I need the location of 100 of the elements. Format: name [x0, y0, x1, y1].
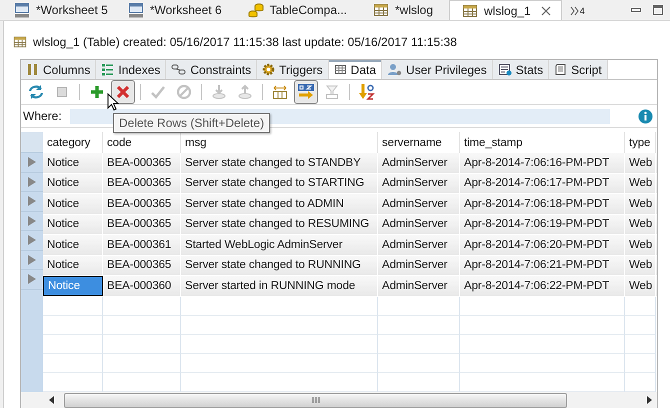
table-cell: Web — [625, 235, 656, 254]
maximize-icon[interactable] — [652, 4, 664, 16]
scroll-left-icon[interactable] — [48, 396, 56, 404]
table-cell: Notice — [43, 276, 103, 296]
row-marker-icon[interactable] — [27, 254, 37, 266]
close-icon[interactable] — [540, 6, 551, 16]
scroll-right-icon[interactable] — [645, 396, 653, 404]
tab-label: *Worksheet 6 — [150, 3, 222, 17]
editor-tab[interactable]: *wlslog — [359, 0, 446, 20]
sql-file-icon — [14, 2, 30, 18]
editor-subtab[interactable]: Columns — [21, 60, 96, 79]
sort-down-icon — [359, 83, 375, 101]
table-cell: AdminServer — [378, 235, 460, 254]
table-cell: Notice — [43, 256, 103, 275]
grip-icon — [312, 397, 320, 403]
table-cell: Web — [625, 153, 656, 172]
table-cell: Server state changed to RESUMING — [181, 214, 378, 234]
where-label: Where: — [23, 109, 62, 123]
delete-icon — [115, 84, 131, 100]
toolbar-button[interactable] — [111, 80, 135, 104]
row-marker-icon[interactable] — [27, 214, 37, 227]
stats-icon — [498, 63, 512, 76]
more-tabs-button[interactable]: 4 — [562, 0, 593, 20]
editor-tab[interactable]: *Worksheet 5 — [0, 0, 120, 20]
table-cell: Apr-8-2014-7:06:19-PM-PDT — [460, 214, 625, 234]
checkmark-icon — [150, 84, 166, 100]
table-cell: Apr-8-2014-7:06:18-PM-PDT — [460, 194, 625, 214]
table-cell: Notice — [43, 235, 103, 254]
export-icon — [237, 84, 253, 100]
scrollbar-thumb[interactable] — [64, 392, 567, 408]
editor-tab[interactable]: wlslog_1 — [449, 0, 562, 20]
table-icon — [462, 2, 478, 18]
row-marker-icon[interactable] — [27, 234, 37, 246]
mouse-cursor-icon — [107, 93, 119, 111]
corner-header — [21, 132, 43, 153]
editor-subtab[interactable]: Constraints — [166, 60, 258, 79]
resize-columns-icon — [272, 84, 288, 100]
table-cell: Server state changed to ADMIN — [181, 194, 378, 214]
table-cell: Web — [625, 174, 656, 193]
tab-label: *Worksheet 5 — [36, 3, 108, 17]
table-cell: Web — [625, 276, 656, 296]
table-cell: AdminServer — [378, 153, 460, 172]
table-cell: Web — [625, 256, 656, 275]
row-marker-icon[interactable] — [27, 195, 37, 208]
editor-subtab[interactable]: Stats — [492, 60, 550, 79]
table-cell: AdminServer — [378, 214, 460, 234]
info-icon[interactable] — [638, 108, 653, 124]
tab-label: wlslog_1 — [484, 4, 531, 18]
table-cell: AdminServer — [378, 256, 460, 275]
table-cell: Notice — [43, 174, 103, 193]
gear-icon — [262, 63, 276, 76]
table-cell: Apr-8-2014-7:06:16-PM-PDT — [460, 153, 625, 172]
table-cell: BEA-000365 — [103, 194, 181, 214]
editor-subtab[interactable]: Script — [549, 60, 608, 79]
editor-tab[interactable]: *Worksheet 6 — [120, 0, 234, 20]
link-icon — [171, 63, 186, 76]
table-cell: Server started in RUNNING mode — [181, 276, 378, 296]
table-cell: Started WebLogic AdminServer — [181, 235, 378, 254]
row-marker-icon[interactable] — [27, 273, 37, 286]
editor-tab[interactable]: TableCompa... — [234, 0, 359, 20]
table-cell: BEA-000365 — [103, 214, 181, 234]
editor-subtab[interactable]: Indexes — [96, 60, 166, 79]
tooltip: Delete Rows (Shift+Delete) — [113, 113, 270, 133]
table-info-text: wlslog_1 (Table) created: 05/16/2017 11:15:38 last update: 05/16/2017 11:15:38 — [33, 35, 457, 49]
tab-label: *wlslog — [395, 3, 434, 17]
user-icon — [387, 63, 402, 76]
refresh-icon — [28, 84, 44, 100]
stop-icon — [54, 84, 70, 100]
database-compare-icon — [248, 2, 264, 18]
script-icon — [554, 63, 568, 76]
editor-subtab[interactable]: Data — [328, 60, 382, 79]
import-icon — [211, 84, 227, 100]
grid-icon — [334, 63, 347, 76]
table-cell: BEA-000365 — [103, 153, 181, 172]
cancel-icon — [176, 84, 192, 100]
table-cell: BEA-000365 — [103, 174, 181, 193]
editor-subtab[interactable]: Triggers — [257, 60, 329, 79]
editor-subtab[interactable]: User Privileges — [382, 60, 493, 79]
table-cell: AdminServer — [378, 194, 460, 214]
table-cell: BEA-000361 — [103, 235, 181, 254]
table-cell: AdminServer — [378, 174, 460, 193]
table-cell: Server state changed to RUNNING — [181, 256, 378, 275]
table-cell: Server state changed to STARTING — [181, 174, 378, 193]
tab-label: TableCompa... — [270, 3, 347, 17]
table-cell: AdminServer — [378, 276, 460, 296]
list-icon — [101, 63, 114, 76]
table-icon — [13, 35, 27, 49]
table-cell: Apr-8-2014-7:06:22-PM-PDT — [460, 276, 625, 296]
table-cell: Web — [625, 194, 656, 214]
table-cell: Apr-8-2014-7:06:20-PM-PDT — [460, 235, 625, 254]
filter-icon — [324, 84, 340, 100]
table-cell: Apr-8-2014-7:06:17-PM-PDT — [460, 174, 625, 193]
row-marker-icon[interactable] — [27, 156, 37, 168]
chevron-icon — [570, 6, 580, 16]
row-marker-icon[interactable] — [27, 176, 37, 188]
table-cell: Notice — [43, 214, 103, 234]
table-icon — [373, 2, 389, 18]
columns-icon — [26, 63, 39, 76]
table-cell: Notice — [43, 194, 103, 214]
table-cell: Server state changed to STANDBY — [181, 153, 378, 172]
